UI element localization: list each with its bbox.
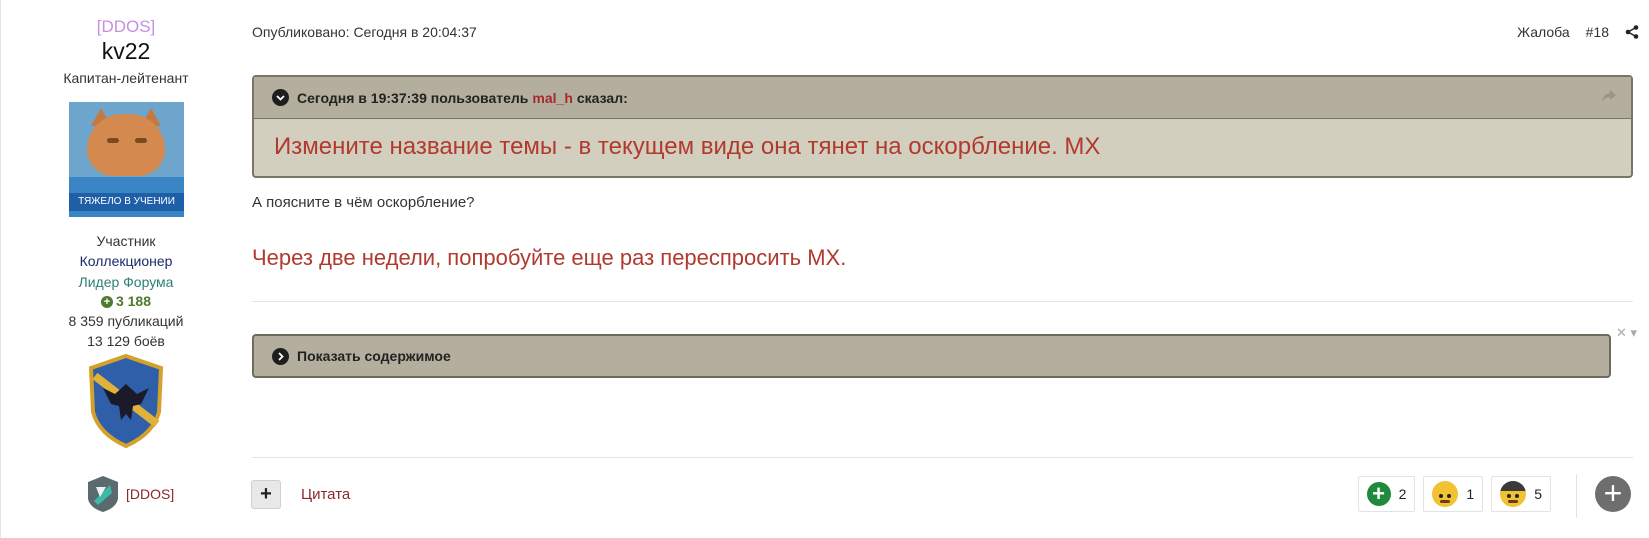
add-reaction-button[interactable]: + — [1595, 476, 1631, 512]
clan-tag[interactable]: [DDOS] — [0, 17, 252, 37]
clan-row-label[interactable]: [DDOS] — [126, 486, 174, 502]
quote-header[interactable]: Сегодня в 19:37:39 пользователь mal_h ск… — [254, 77, 1631, 119]
username[interactable]: kv22 — [0, 38, 252, 65]
clan-row[interactable]: [DDOS] — [86, 475, 174, 513]
chevron-right-icon — [272, 347, 289, 365]
clan-logo-icon — [88, 476, 118, 512]
multiquote-button[interactable]: + — [251, 480, 281, 509]
quote-block: Сегодня в 19:37:39 пользователь mal_h ск… — [252, 75, 1633, 178]
role-member: Участник — [96, 233, 156, 249]
reaction-count: 1 — [1466, 486, 1475, 502]
smiley-icon — [1432, 481, 1459, 507]
report-link[interactable]: Жалоба — [1517, 24, 1569, 40]
reaction-plus[interactable]: + 2 — [1357, 476, 1416, 512]
divider — [252, 457, 1633, 458]
moderator-note: Через две недели, попробуйте еще раз пер… — [252, 245, 847, 270]
spoiler-label: Показать содержимое — [297, 348, 451, 364]
close-icon[interactable]: ✕ ▾ — [1616, 325, 1637, 341]
share-icon[interactable] — [1625, 25, 1639, 39]
spoiler-toggle[interactable]: Показать содержимое — [252, 334, 1611, 378]
reputation: +3 188 — [0, 293, 252, 309]
user-rank: Капитан-лейтенант — [63, 70, 189, 86]
post-count: 8 359 публикаций — [68, 313, 184, 329]
divider — [252, 301, 1633, 302]
reputation-plus-icon: + — [100, 296, 113, 309]
battle-count: 13 129 боёв — [87, 333, 165, 349]
quote-user-link[interactable]: mal_h — [532, 90, 572, 106]
avatar[interactable]: ТЯЖЕЛО В УЧЕНИИ — [69, 102, 184, 217]
reaction-count: 5 — [1534, 486, 1542, 502]
avatar-cat-eye — [135, 138, 147, 143]
quote-text: Измените название темы - в текущем виде … — [274, 133, 1101, 160]
avatar-caption: ТЯЖЕЛО В УЧЕНИИ — [69, 193, 184, 211]
reaction-smiley[interactable]: 1 — [1423, 476, 1484, 512]
avatar-cat-eye — [107, 138, 119, 143]
post-number[interactable]: #18 — [1586, 24, 1609, 40]
avatar-cat — [87, 114, 165, 176]
chevron-down-icon[interactable] — [272, 89, 289, 106]
role-collector: Коллекционер — [79, 253, 173, 269]
reaction-count: 2 — [1398, 486, 1407, 502]
quote-share-icon[interactable] — [1601, 89, 1617, 103]
post-text: А поясните в чём оскорбление? — [252, 194, 475, 211]
post-tools: Жалоба #18 — [1517, 24, 1639, 40]
reputation-value: 3 188 — [115, 293, 152, 309]
smiley-cap-icon — [1500, 481, 1527, 507]
plus-icon: + — [1366, 482, 1391, 506]
post-timestamp[interactable]: Опубликовано: Сегодня в 20:04:37 — [252, 24, 477, 40]
role-leader: Лидер Форума — [78, 274, 174, 290]
divider — [1576, 474, 1577, 518]
quote-prefix: Сегодня в 19:37:39 пользователь — [297, 89, 529, 106]
reaction-smiley-cap[interactable]: 5 — [1491, 476, 1551, 512]
quote-button[interactable]: Цитата — [301, 486, 350, 503]
quote-suffix: сказал: — [576, 89, 628, 106]
reactions: + 2 1 5 — [1357, 476, 1551, 512]
clan-emblem-icon — [88, 354, 164, 448]
